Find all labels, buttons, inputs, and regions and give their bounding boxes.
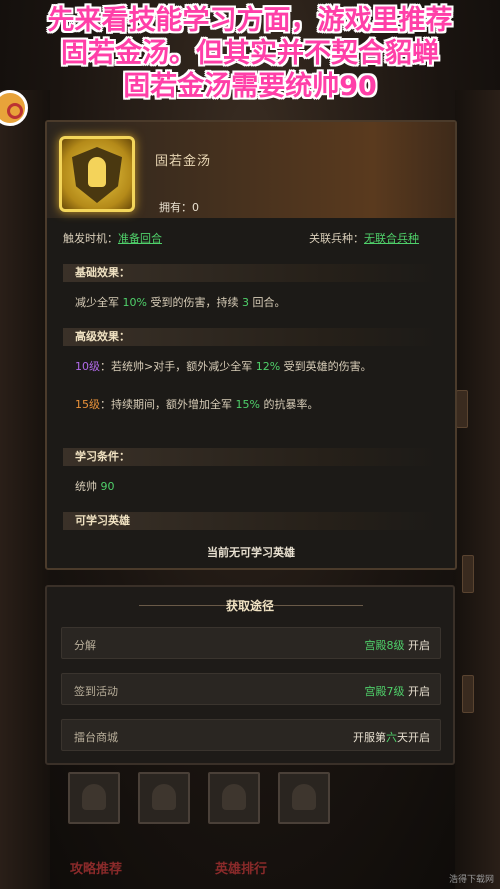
trigger-label: 触发时机：	[63, 232, 118, 245]
linked-troop-label: 关联兵种：	[309, 232, 364, 245]
level10-text-b: 受到英雄的伤害。	[280, 360, 372, 373]
advanced-effect-level15: 15级：持续期间，额外增加全军 15% 的抗暴率。	[75, 396, 445, 414]
condition-prefix: 开服第	[353, 731, 386, 744]
hero-slot[interactable]	[68, 772, 120, 824]
site-watermark: 浩得下载网	[448, 875, 494, 885]
linked-troop-row: 关联兵种：无联合兵种	[309, 230, 419, 246]
right-background-strip	[455, 90, 500, 889]
caption-line-3: 固若金汤需要统帅90	[123, 71, 377, 102]
acquire-row-arena-shop[interactable]: 擂台商城 开服第六天开启	[61, 719, 441, 751]
hero-slot[interactable]	[208, 772, 260, 824]
tab-strategy[interactable]: 攻略推荐	[70, 858, 122, 884]
general-figure-icon	[88, 157, 106, 187]
level10-tag: 10级	[75, 360, 100, 373]
condition-suffix: 开启	[404, 639, 430, 652]
level15-text-a: ：持续期间，额外增加全军	[100, 398, 236, 411]
basic-value-percent: 10%	[122, 296, 147, 309]
video-caption: 先来看技能学习方面，游戏里推荐 固若金汤。但其实并不契合貂蝉 固若金汤需要统帅9…	[0, 4, 500, 103]
basic-value-rounds: 3	[241, 296, 249, 309]
requirement-label: 统帅	[75, 480, 101, 493]
acquire-title: 获取途径	[225, 599, 274, 613]
owned-count: 拥有：0	[159, 201, 199, 214]
acquire-row-condition: 宫殿7级 开启	[365, 683, 431, 699]
left-background-strip	[0, 90, 50, 889]
title-ornament-right	[273, 605, 363, 606]
acquire-row-condition: 宫殿8级 开启	[365, 637, 431, 653]
condition-value: 宫殿8级	[364, 639, 405, 652]
basic-effect-title: 基础效果：	[63, 264, 439, 282]
caption-line-1: 先来看技能学习方面，游戏里推荐	[47, 5, 453, 36]
level15-tag: 15级	[75, 398, 100, 411]
acquire-row-label: 擂台商城	[74, 731, 118, 744]
side-tab	[462, 675, 474, 713]
tab-hero-ranking[interactable]: 英雄排行	[215, 858, 267, 884]
acquire-row-checkin[interactable]: 签到活动 宫殿7级 开启	[61, 673, 441, 705]
no-learnable-heroes: 当前无可学习英雄	[207, 546, 295, 559]
linked-troop-link[interactable]: 无联合兵种	[364, 232, 419, 245]
side-tab	[456, 390, 468, 428]
condition-value: 宫殿7级	[364, 685, 405, 698]
skill-detail-panel: 固若金汤 拥有：0 触发时机：准备回合 关联兵种：无联合兵种 基础效果： 减少全…	[45, 120, 457, 570]
basic-effect-text: 减少全军 10% 受到的伤害，持续 3 回合。	[75, 294, 445, 312]
requirement-text: 统帅 90	[75, 478, 445, 496]
level10-text-a: ：若统帅>对手，额外减少全军	[100, 360, 256, 373]
level15-value: 15%	[235, 398, 260, 411]
caption-line-2: 固若金汤。但其实并不契合貂蝉	[61, 38, 439, 69]
trigger-value-link[interactable]: 准备回合	[118, 232, 162, 245]
skill-shield-icon	[59, 136, 135, 212]
learnable-heroes-title: 可学习英雄	[63, 512, 439, 530]
advanced-effect-level10: 10级：若统帅>对手，额外减少全军 12% 受到英雄的伤害。	[75, 358, 430, 376]
trigger-row: 触发时机：准备回合	[63, 230, 162, 246]
condition-suffix: 天开启	[397, 731, 430, 744]
skill-header: 固若金汤 拥有：0	[47, 122, 455, 218]
requirement-value: 90	[100, 480, 115, 493]
condition-suffix: 开启	[404, 685, 430, 698]
condition-value: 六	[386, 731, 397, 744]
requirement-title: 学习条件：	[63, 448, 439, 466]
advanced-effect-title: 高级效果：	[63, 328, 439, 346]
acquire-row-condition: 开服第六天开启	[353, 729, 430, 745]
side-tab	[462, 555, 474, 593]
basic-text-2: 受到的伤害，持续	[146, 296, 242, 309]
acquire-panel: 获取途径 分解 宫殿8级 开启 签到活动 宫殿7级 开启 擂台商城 开服第六天开…	[45, 585, 455, 765]
acquire-row-label: 签到活动	[74, 685, 118, 698]
skill-name: 固若金汤	[155, 154, 212, 169]
acquire-row-decompose[interactable]: 分解 宫殿8级 开启	[61, 627, 441, 659]
level15-text-b: 的抗暴率。	[259, 398, 319, 411]
hero-slot[interactable]	[138, 772, 190, 824]
hero-slot[interactable]	[278, 772, 330, 824]
basic-text-3: 回合。	[248, 296, 286, 309]
basic-text-1: 减少全军	[75, 296, 123, 309]
acquire-row-label: 分解	[74, 639, 96, 652]
level10-value: 12%	[255, 360, 281, 373]
